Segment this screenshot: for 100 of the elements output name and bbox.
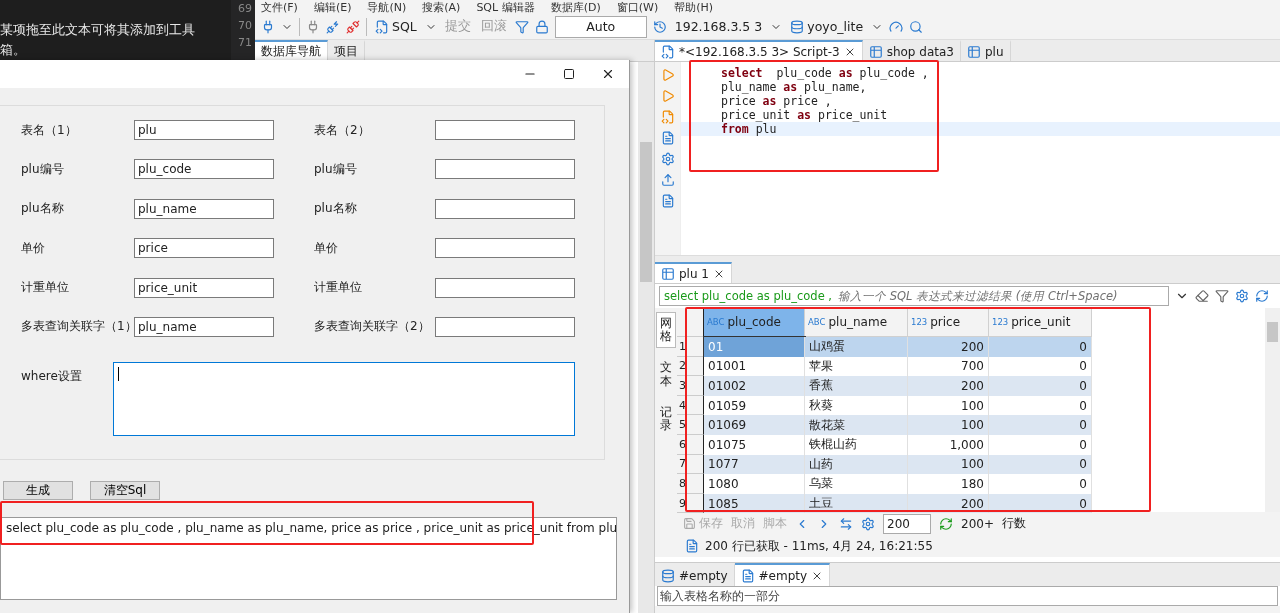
where-field[interactable] <box>113 361 575 436</box>
view-tab[interactable]: 记录 <box>656 400 676 438</box>
database-icon <box>790 19 805 34</box>
field-label: plu编号 <box>21 160 65 178</box>
field-label: where设置 <box>21 367 83 385</box>
eraser-icon[interactable] <box>1195 289 1209 303</box>
plug-icon[interactable] <box>326 19 340 34</box>
text-field[interactable]: plu_code <box>134 159 274 180</box>
code-line: price as price , <box>720 94 833 108</box>
text-field[interactable]: plu_name <box>134 316 274 337</box>
export-icon[interactable] <box>660 173 675 187</box>
connection-selector[interactable]: 192.168.3.5 3 <box>672 19 765 34</box>
history-icon[interactable] <box>652 19 667 34</box>
panel-tab[interactable]: 数据库导航 <box>255 40 328 61</box>
view-tab[interactable]: 文本 <box>656 356 676 393</box>
table-cell: 香蕉 <box>805 376 908 396</box>
table-cell: 01069 <box>704 415 805 435</box>
panel-tab[interactable]: #empty <box>734 563 831 586</box>
field-label: plu编号 <box>314 160 358 178</box>
save-icon <box>683 517 696 530</box>
refresh-icon[interactable] <box>939 516 953 531</box>
run-icon[interactable] <box>660 68 675 82</box>
text-field[interactable]: plu <box>134 120 274 140</box>
script-icon[interactable] <box>660 110 675 124</box>
menu-item[interactable]: SQL 编辑器 <box>476 0 535 15</box>
row-count-label[interactable]: 行数 <box>1001 515 1026 532</box>
database-selector[interactable]: yoyo_lite <box>788 19 866 34</box>
text-field[interactable]: price_unit <box>134 277 274 298</box>
table-cell: 0 <box>989 454 1092 475</box>
table-cell: 1077 <box>704 454 805 475</box>
commit-mode-field[interactable]: Auto <box>554 15 647 38</box>
swap-icon[interactable] <box>839 516 853 531</box>
table-cell: 山药 <box>805 454 908 475</box>
filter-field[interactable]: select plu_code as plu_code , 输入一个 SQL 表达式来过滤结果 (使用 Ctrl+Space) <box>659 286 1169 306</box>
plug-icon[interactable] <box>261 19 275 34</box>
close-icon[interactable] <box>601 67 615 81</box>
column-header[interactable]: 123 price_unit <box>989 308 1092 337</box>
menu-item[interactable]: 帮助(H) <box>674 0 714 15</box>
lock-icon[interactable] <box>534 19 549 34</box>
sql-button[interactable]: SQL <box>373 19 419 34</box>
field-label: 多表查询关联字（1） <box>21 318 134 336</box>
editor-tab[interactable]: shop data3 <box>862 40 961 61</box>
script-icon <box>375 19 389 34</box>
disconnect-icon[interactable] <box>346 19 360 34</box>
table-icon <box>661 266 675 281</box>
text-field[interactable]: price <box>134 238 274 259</box>
filter-icon[interactable] <box>1215 289 1229 303</box>
hint-text: 箱。 <box>0 42 27 59</box>
document-icon <box>740 568 755 583</box>
document-icon[interactable] <box>660 194 675 208</box>
field-label: 单价 <box>21 239 46 257</box>
hint-text: 某项拖至此文本可将其添加到工具 <box>0 22 196 39</box>
scrollbar[interactable] <box>1265 308 1280 512</box>
code-line: select plu_code as plu_code , <box>720 66 930 80</box>
text-field[interactable]: plu_name <box>134 198 274 219</box>
table-icon <box>868 44 883 59</box>
refresh-icon[interactable] <box>1255 289 1269 303</box>
text-field[interactable] <box>435 198 575 219</box>
document-icon[interactable] <box>660 131 675 145</box>
table-cell: 01 <box>704 337 805 357</box>
fetch-more-label[interactable]: 200+ <box>961 516 994 531</box>
line-number: 69 <box>238 2 252 17</box>
field-label: 表名（2） <box>314 121 371 139</box>
run-icon[interactable] <box>660 89 675 103</box>
field-label: plu名称 <box>21 200 65 218</box>
text-field[interactable] <box>435 316 575 337</box>
table-cell: 200 <box>908 337 989 357</box>
form-button[interactable]: 生成 <box>3 481 73 500</box>
menu-item[interactable]: 编辑(E) <box>313 0 352 15</box>
fetch-size-field[interactable]: 200 <box>883 513 931 534</box>
menu-item[interactable]: 文件(F) <box>261 0 298 15</box>
column-header[interactable]: 123 price <box>908 308 989 337</box>
editor-tab[interactable]: plu <box>960 40 1011 61</box>
plug-icon[interactable] <box>306 19 320 34</box>
menu-item[interactable]: 搜索(A) <box>422 0 461 15</box>
column-header[interactable]: ABC plu_name <box>805 308 908 337</box>
results-tab[interactable]: plu 1 <box>655 262 732 283</box>
text-field[interactable] <box>435 120 575 140</box>
field-label: 计重单位 <box>314 279 363 297</box>
field-label: 单价 <box>314 239 339 257</box>
text-field[interactable] <box>435 238 575 259</box>
table-search-field[interactable]: 输入表格名称的一部分 <box>657 586 1278 606</box>
form-button[interactable]: 清空Sql <box>90 481 160 500</box>
menu-item[interactable]: 窗口(W) <box>616 0 659 15</box>
table-icon <box>966 44 981 59</box>
search-icon[interactable] <box>909 19 924 34</box>
gauge-icon[interactable] <box>889 19 904 34</box>
maximize-icon[interactable] <box>563 68 575 80</box>
settings-icon[interactable] <box>1235 289 1249 303</box>
menu-item[interactable]: 数据库(D) <box>550 0 601 15</box>
view-tab[interactable]: 网格 <box>656 312 676 349</box>
settings-icon[interactable] <box>660 152 675 166</box>
text-field[interactable] <box>435 159 575 180</box>
menu-item[interactable]: 导航(N) <box>367 0 407 15</box>
editor-tab[interactable]: *<192.168.3.5 3> Script-3 <box>655 40 863 61</box>
scrollbar[interactable] <box>638 62 654 613</box>
text-field[interactable] <box>435 277 575 298</box>
row-number: 3 <box>677 376 704 396</box>
status-text: 200 行已获取 - 11ms, 4月 24, 16:21:55 <box>705 537 933 555</box>
settings-icon[interactable] <box>861 516 875 531</box>
